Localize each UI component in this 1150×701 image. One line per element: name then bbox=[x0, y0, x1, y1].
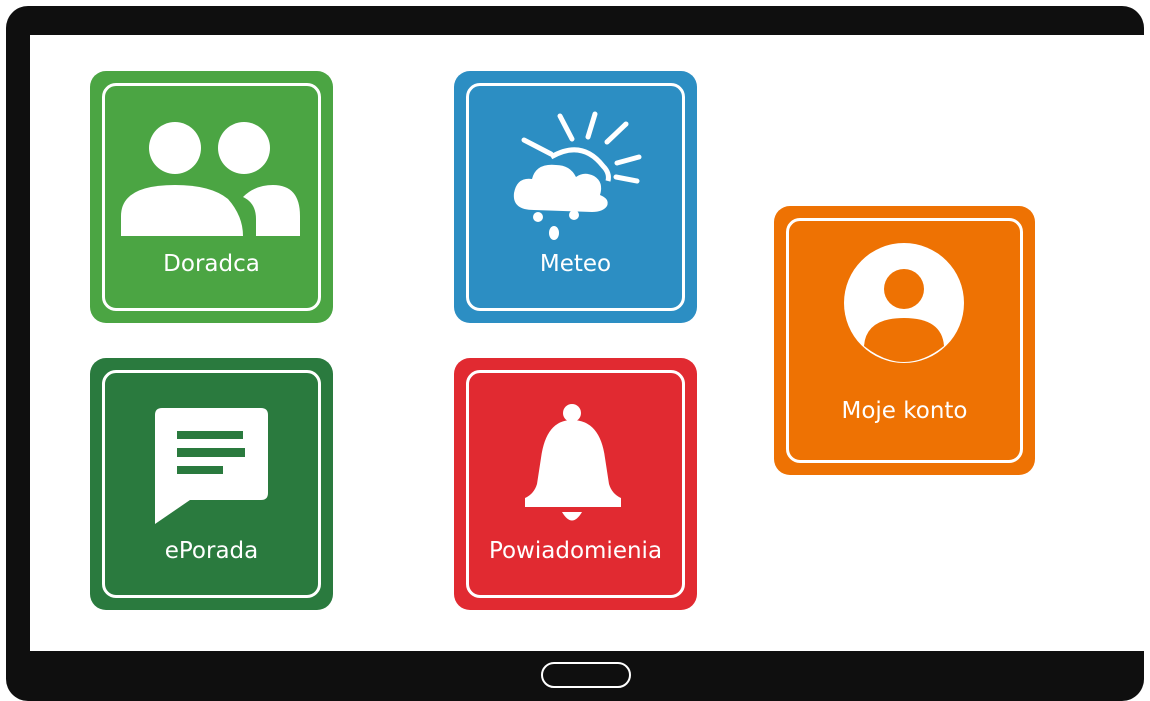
weather-icon bbox=[513, 111, 642, 240]
tile-label: Powiadomienia bbox=[488, 538, 663, 564]
tile-eporada[interactable]: ePorada bbox=[90, 358, 333, 610]
tile-doradca[interactable]: Doradca bbox=[90, 71, 333, 323]
tile-label: Meteo bbox=[539, 251, 612, 277]
bell-icon bbox=[525, 404, 621, 521]
tile-label: Moje konto bbox=[841, 398, 968, 424]
tile-label: Doradca bbox=[163, 251, 260, 277]
people-icon bbox=[121, 122, 300, 236]
tile-moje-konto[interactable]: Moje konto bbox=[774, 206, 1035, 475]
tile-label: ePorada bbox=[164, 538, 259, 564]
tile-meteo[interactable]: Meteo bbox=[454, 71, 697, 323]
tile-powiadomienia[interactable]: Powiadomienia bbox=[454, 358, 697, 610]
account-icon bbox=[844, 243, 964, 363]
chat-message-icon bbox=[155, 408, 268, 524]
home-button[interactable] bbox=[541, 662, 631, 688]
